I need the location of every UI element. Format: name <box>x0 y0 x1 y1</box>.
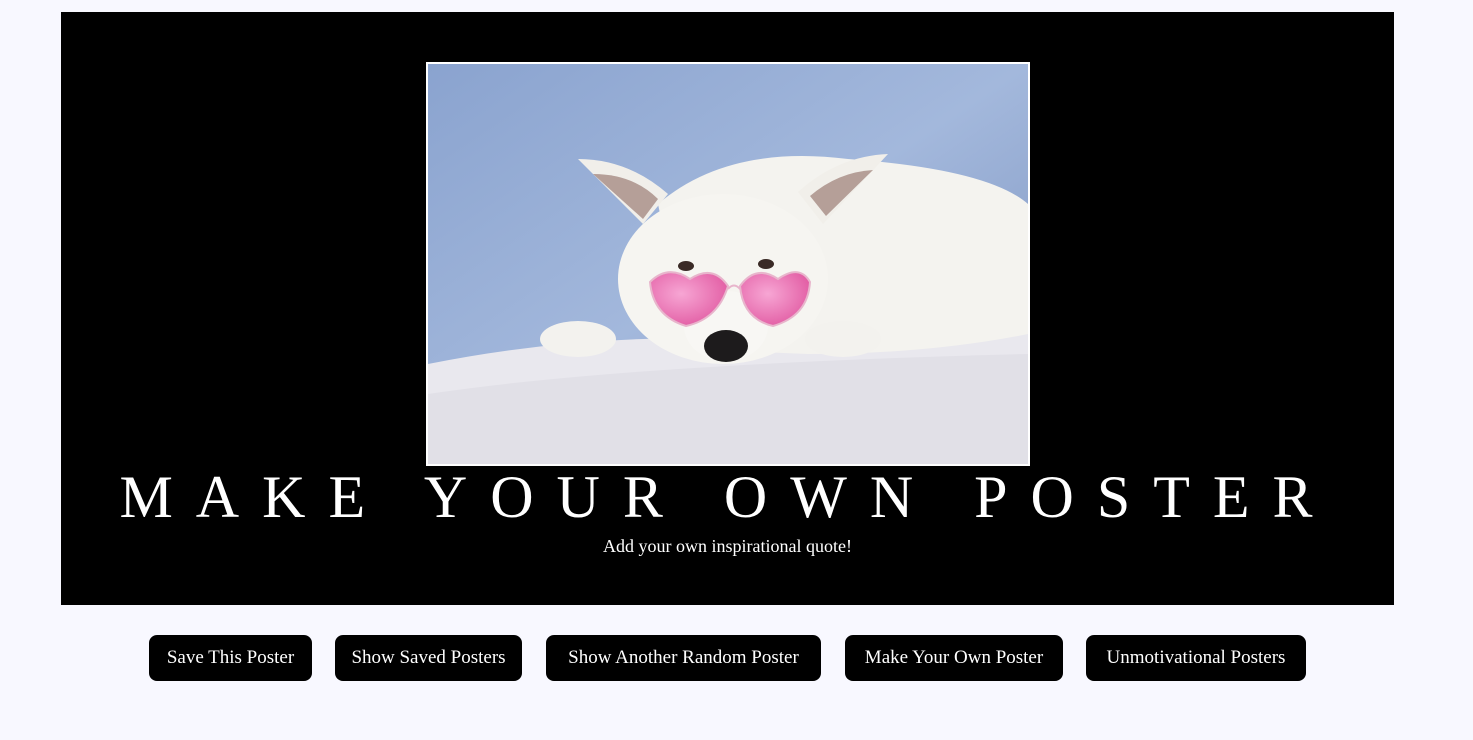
poster: MAKE YOUR OWN POSTER Add your own inspir… <box>61 12 1394 605</box>
show-random-poster-button[interactable]: Show Another Random Poster <box>546 635 821 681</box>
poster-quote: Add your own inspirational quote! <box>603 536 852 556</box>
poster-image <box>426 62 1030 466</box>
save-poster-button[interactable]: Save This Poster <box>149 635 312 681</box>
unmotivational-posters-button[interactable]: Unmotivational Posters <box>1086 635 1306 681</box>
show-saved-posters-button[interactable]: Show Saved Posters <box>335 635 522 681</box>
button-bar: Save This Poster Show Saved Posters Show… <box>0 635 1473 681</box>
poster-title: MAKE YOUR OWN POSTER <box>119 464 1336 530</box>
make-own-poster-button[interactable]: Make Your Own Poster <box>845 635 1063 681</box>
